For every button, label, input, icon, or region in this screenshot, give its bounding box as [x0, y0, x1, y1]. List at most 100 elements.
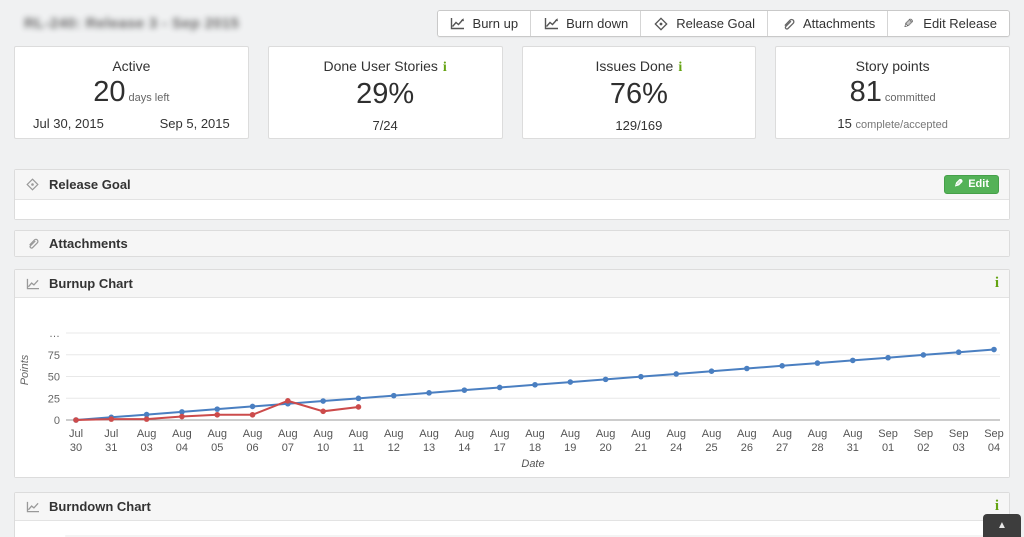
svg-text:Aug: Aug	[278, 428, 298, 440]
release-goal-button[interactable]: Release Goal	[640, 11, 767, 36]
svg-text:20: 20	[599, 442, 611, 454]
card-dates: Jul 30, 2015 Sep 5, 2015	[29, 116, 234, 131]
burnup-chart-header: Burnup Chart i	[15, 270, 1009, 297]
svg-text:17: 17	[494, 442, 506, 454]
burndown-chart-panel: Burndown Chart i …	[14, 492, 1010, 537]
svg-text:30: 30	[70, 442, 82, 454]
up-arrow-icon: ▲	[997, 520, 1007, 531]
svg-text:Aug: Aug	[772, 428, 792, 440]
svg-text:25: 25	[705, 442, 717, 454]
card-issues-done: Issues Donei 76% 129/169	[522, 46, 757, 139]
section-title: Release Goal	[49, 177, 131, 192]
svg-text:01: 01	[882, 442, 894, 454]
release-goal-panel: Release Goal ✎ Edit	[14, 169, 1010, 220]
burndown-chart-body: …	[15, 520, 1009, 537]
svg-text:03: 03	[140, 442, 152, 454]
svg-text:0: 0	[54, 415, 60, 427]
svg-text:24: 24	[670, 442, 682, 454]
chart-line-icon	[543, 17, 559, 31]
svg-text:Sep: Sep	[984, 428, 1004, 440]
card-active: Active 20days left Jul 30, 2015 Sep 5, 2…	[14, 46, 249, 139]
svg-text:18: 18	[529, 442, 541, 454]
button-label: Edit Release	[923, 16, 997, 31]
burnup-chart-body: 0255075…PointsJul30Jul31Aug03Aug04Aug05A…	[15, 297, 1009, 477]
svg-text:Aug: Aug	[243, 428, 263, 440]
burn-down-button[interactable]: Burn down	[530, 11, 640, 36]
burnup-chart-panel: Burnup Chart i 0255075…PointsJul30Jul31A…	[14, 269, 1010, 478]
burn-up-button[interactable]: Burn up	[438, 11, 531, 36]
burnup-chart: 0255075…PointsJul30Jul31Aug03Aug04Aug05A…	[16, 300, 1008, 472]
chart-line-icon	[25, 500, 40, 514]
info-icon[interactable]: i	[443, 60, 447, 75]
scroll-to-top-button[interactable]: ▲	[983, 514, 1021, 537]
svg-text:Sep: Sep	[914, 428, 934, 440]
info-icon[interactable]: i	[995, 498, 999, 515]
svg-text:75: 75	[48, 350, 60, 362]
card-value: 20days left	[29, 76, 234, 109]
svg-text:Aug: Aug	[666, 428, 686, 440]
section-title: Attachments	[49, 236, 128, 251]
svg-text:11: 11	[353, 442, 364, 454]
svg-text:21: 21	[635, 442, 647, 454]
svg-text:Aug: Aug	[384, 428, 404, 440]
svg-text:Aug: Aug	[737, 428, 757, 440]
start-date: Jul 30, 2015	[33, 116, 104, 131]
svg-text:Aug: Aug	[596, 428, 616, 440]
svg-text:Sep: Sep	[878, 428, 898, 440]
card-value: 81committed	[790, 76, 995, 109]
svg-text:50: 50	[48, 372, 60, 384]
end-date: Sep 5, 2015	[160, 116, 230, 131]
card-ratio: 7/24	[283, 118, 488, 133]
goal-diamond-icon	[25, 178, 40, 192]
card-ratio: 129/169	[537, 118, 742, 133]
svg-text:Date: Date	[521, 458, 544, 470]
svg-text:27: 27	[776, 442, 788, 454]
svg-text:28: 28	[811, 442, 823, 454]
card-title: Issues Donei	[537, 58, 742, 76]
paperclip-icon	[780, 17, 796, 31]
chart-line-icon	[25, 277, 40, 291]
card-done-user-stories: Done User Storiesi 29% 7/24	[268, 46, 503, 139]
card-complete: 15 complete/accepted	[790, 116, 995, 131]
svg-text:…: …	[48, 531, 59, 537]
edit-release-button[interactable]: ✎ Edit Release	[887, 11, 1009, 36]
svg-text:13: 13	[423, 442, 435, 454]
svg-text:Points: Points	[19, 354, 31, 385]
svg-text:03: 03	[953, 442, 965, 454]
svg-text:02: 02	[917, 442, 929, 454]
paperclip-icon	[25, 237, 40, 251]
stat-cards-row: Active 20days left Jul 30, 2015 Sep 5, 2…	[0, 46, 1024, 139]
top-bar: RL-240: Release 3 - Sep 2015 Burn up Bur…	[0, 0, 1024, 46]
svg-text:Aug: Aug	[525, 428, 545, 440]
svg-text:Jul: Jul	[104, 428, 118, 440]
svg-text:14: 14	[458, 442, 470, 454]
burndown-chart: …	[15, 521, 1009, 537]
release-goal-header: Release Goal ✎ Edit	[15, 170, 1009, 199]
attachments-panel: Attachments	[14, 230, 1010, 257]
svg-text:Aug: Aug	[419, 428, 439, 440]
info-icon[interactable]: i	[678, 60, 682, 75]
svg-text:Aug: Aug	[490, 428, 510, 440]
svg-text:Aug: Aug	[455, 428, 475, 440]
svg-text:Aug: Aug	[349, 428, 369, 440]
svg-text:Aug: Aug	[313, 428, 333, 440]
svg-text:Aug: Aug	[631, 428, 651, 440]
svg-text:07: 07	[282, 442, 294, 454]
attachments-button[interactable]: Attachments	[767, 11, 887, 36]
attachments-header: Attachments	[15, 231, 1009, 256]
svg-text:12: 12	[388, 442, 400, 454]
section-title: Burndown Chart	[49, 499, 151, 514]
info-icon[interactable]: i	[995, 275, 999, 292]
release-goal-body	[15, 199, 1009, 219]
svg-text:Sep: Sep	[949, 428, 969, 440]
card-title: Done User Storiesi	[283, 58, 488, 76]
pencil-icon: ✎	[900, 17, 916, 31]
svg-text:Aug: Aug	[561, 428, 581, 440]
svg-text:04: 04	[988, 442, 1000, 454]
edit-goal-button[interactable]: ✎ Edit	[944, 175, 999, 194]
goal-diamond-icon	[653, 17, 669, 31]
svg-text:31: 31	[105, 442, 117, 454]
svg-text:Aug: Aug	[137, 428, 157, 440]
svg-text:Aug: Aug	[808, 428, 828, 440]
svg-text:19: 19	[564, 442, 576, 454]
